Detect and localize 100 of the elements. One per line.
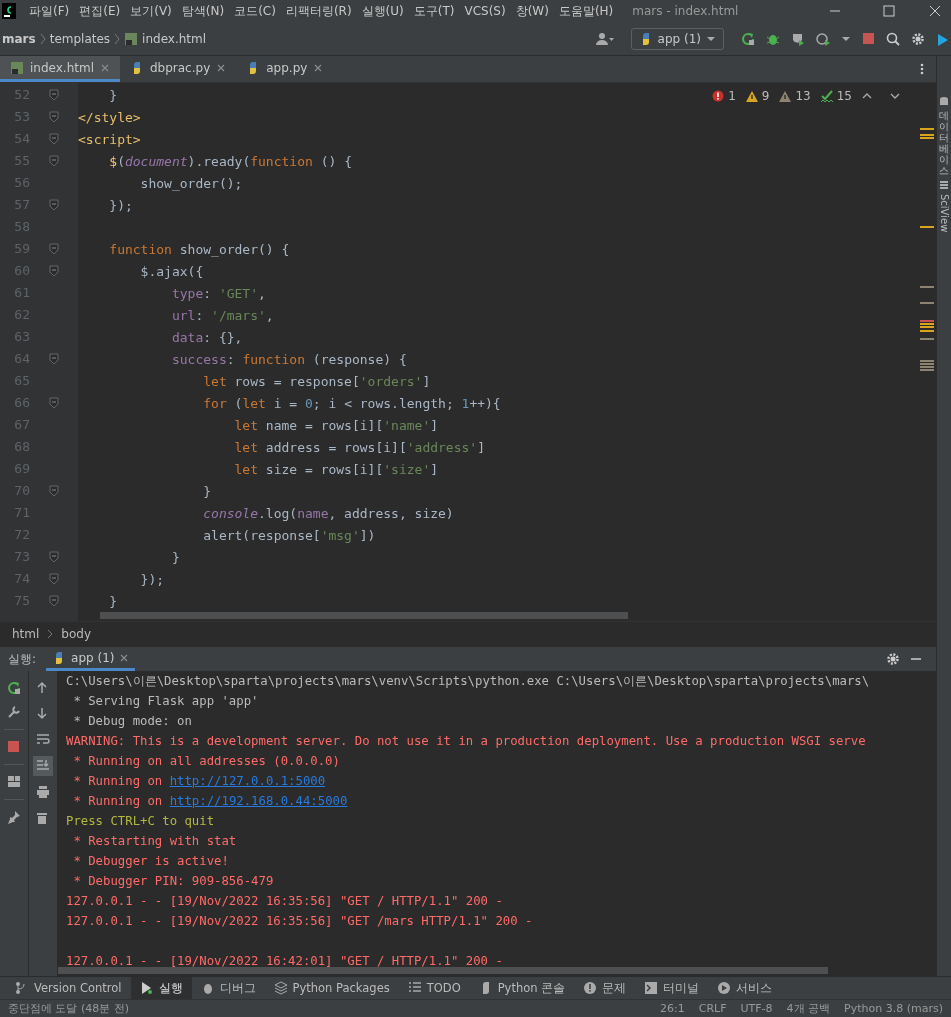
fold-icon[interactable]: [49, 485, 59, 497]
code-line: $(document).ready(function () {: [108, 153, 352, 169]
console-line: Press CTRL+C to quit: [66, 814, 215, 828]
more-icon[interactable]: [920, 63, 924, 75]
menu-item[interactable]: 편집(E): [74, 2, 126, 20]
soft-wrap-icon[interactable]: [36, 733, 50, 747]
tool-window-tab[interactable]: Python Packages: [264, 977, 399, 999]
app-logo-icon: [2, 3, 16, 19]
list-icon[interactable]: [939, 180, 949, 190]
exclamation-icon: [583, 981, 598, 995]
user-icon[interactable]: [595, 31, 614, 46]
rerun-icon[interactable]: [7, 681, 21, 695]
menu-item[interactable]: 코드(C): [229, 2, 281, 20]
close-icon[interactable]: [313, 62, 324, 73]
editor-tab[interactable]: index.html: [0, 56, 120, 82]
database-icon[interactable]: [939, 96, 949, 106]
stop-icon[interactable]: [7, 740, 21, 754]
status-item[interactable]: 26:1: [660, 1002, 685, 1015]
menu-item[interactable]: VCS(S): [459, 4, 511, 18]
status-item[interactable]: Python 3.8 (mars): [844, 1002, 943, 1015]
code-line: let name = rows[i]['name']: [233, 417, 439, 433]
horizontal-scrollbar[interactable]: [58, 967, 828, 974]
link[interactable]: http://127.0.0.1:5000: [169, 774, 326, 788]
sciview-tool-tab[interactable]: SciView: [938, 194, 950, 233]
fold-icon[interactable]: [49, 199, 59, 211]
scroll-to-end-icon[interactable]: [36, 759, 50, 773]
code-line: });: [108, 197, 133, 213]
menu-item[interactable]: 도구(T): [408, 2, 460, 20]
window-title: mars - index.html: [632, 4, 739, 18]
wrench-icon[interactable]: [7, 705, 21, 719]
tool-window-tab[interactable]: 디버그: [191, 977, 265, 999]
fold-icon[interactable]: [49, 397, 59, 409]
tool-window-tab[interactable]: 서비스: [708, 977, 782, 999]
close-icon[interactable]: [216, 62, 227, 73]
maximize-icon[interactable]: [883, 5, 895, 17]
breadcrumb-item[interactable]: html: [12, 627, 40, 641]
tool-window-tab[interactable]: Python 콘솔: [469, 977, 575, 999]
fold-icon[interactable]: [49, 155, 59, 167]
tool-window-tab[interactable]: Version Control: [6, 977, 131, 999]
link[interactable]: http://192.168.0.44:5000: [169, 794, 348, 808]
console-line: 127.0.0.1 - - [19/Nov/2022 16:42:01] "GET / HTTP/1.1" 200 -: [66, 954, 503, 968]
breadcrumb-item[interactable]: body: [61, 627, 92, 641]
rerun-icon[interactable]: [741, 31, 755, 46]
editor-tab[interactable]: dbprac.py: [120, 56, 237, 82]
breadcrumb-item[interactable]: mars: [2, 31, 36, 46]
typo-icon[interactable]: [820, 89, 833, 103]
warning-icon[interactable]: [745, 89, 758, 103]
close-icon[interactable]: [929, 5, 941, 17]
settings-icon[interactable]: [886, 652, 900, 666]
tool-window-tab[interactable]: 실행: [130, 977, 192, 999]
warning-count: 9: [761, 89, 770, 103]
fold-icon[interactable]: [49, 595, 59, 607]
fold-icon[interactable]: [49, 89, 59, 101]
play-icon[interactable]: [936, 31, 949, 46]
close-icon[interactable]: [119, 652, 130, 663]
caret-icon[interactable]: [841, 34, 851, 43]
print-icon[interactable]: [36, 785, 50, 799]
fold-icon[interactable]: [49, 573, 59, 585]
editor-tab[interactable]: app.py: [236, 56, 334, 82]
layout-icon[interactable]: [7, 775, 21, 789]
status-item[interactable]: CRLF: [698, 1002, 727, 1015]
status-item[interactable]: 4개 공백: [786, 1001, 831, 1016]
console-text: * Running on: [72, 794, 164, 808]
chevron-down-icon[interactable]: [890, 92, 900, 100]
fold-icon[interactable]: [49, 111, 59, 123]
play-icon: [139, 981, 154, 995]
menu-item[interactable]: 창(W): [510, 2, 554, 20]
breadcrumb-item[interactable]: templates: [49, 31, 111, 46]
tool-window-tab[interactable]: 문제: [574, 977, 636, 999]
trash-icon[interactable]: [36, 811, 50, 825]
fold-icon[interactable]: [49, 243, 59, 255]
menu-item[interactable]: 파일(F): [24, 2, 75, 20]
weak-warning-icon[interactable]: [779, 89, 792, 103]
error-icon[interactable]: [712, 89, 725, 103]
fold-icon[interactable]: [49, 265, 59, 277]
tool-window-tab[interactable]: TODO: [398, 977, 470, 999]
arrow-down-icon[interactable]: [36, 707, 50, 721]
breadcrumb-item[interactable]: index.html: [142, 31, 207, 46]
menu-item[interactable]: 도움말(H): [553, 2, 619, 20]
shield-icon[interactable]: [791, 31, 805, 46]
menu-item[interactable]: 탐색(N): [176, 2, 230, 20]
console-line: WARNING: This is a development server. Do not use it in a production deployment. Use a production WSGI serve: [66, 734, 866, 748]
menu-item[interactable]: 보기(V): [125, 2, 177, 20]
code-line: }: [108, 87, 118, 103]
horizontal-scrollbar[interactable]: [100, 612, 628, 619]
database-tool-tab[interactable]: 데이터베이스: [939, 110, 949, 176]
menu-item[interactable]: 리팩터링(R): [280, 2, 357, 20]
status-item[interactable]: UTF-8: [740, 1002, 773, 1015]
menu-item[interactable]: 실행(U): [356, 2, 409, 20]
run-configuration-dropdown[interactable]: app (1): [630, 27, 724, 50]
profile-icon[interactable]: [816, 31, 830, 46]
fold-icon[interactable]: [49, 551, 59, 563]
fold-icon[interactable]: [49, 353, 59, 365]
stop-icon[interactable]: [862, 31, 875, 46]
tool-window-tab[interactable]: 터미널: [635, 977, 709, 999]
chevron-up-icon[interactable]: [862, 92, 872, 100]
search-icon[interactable]: [886, 31, 900, 46]
settings-icon[interactable]: [911, 31, 925, 46]
pin-icon[interactable]: [7, 810, 21, 824]
fold-icon[interactable]: [49, 133, 59, 145]
